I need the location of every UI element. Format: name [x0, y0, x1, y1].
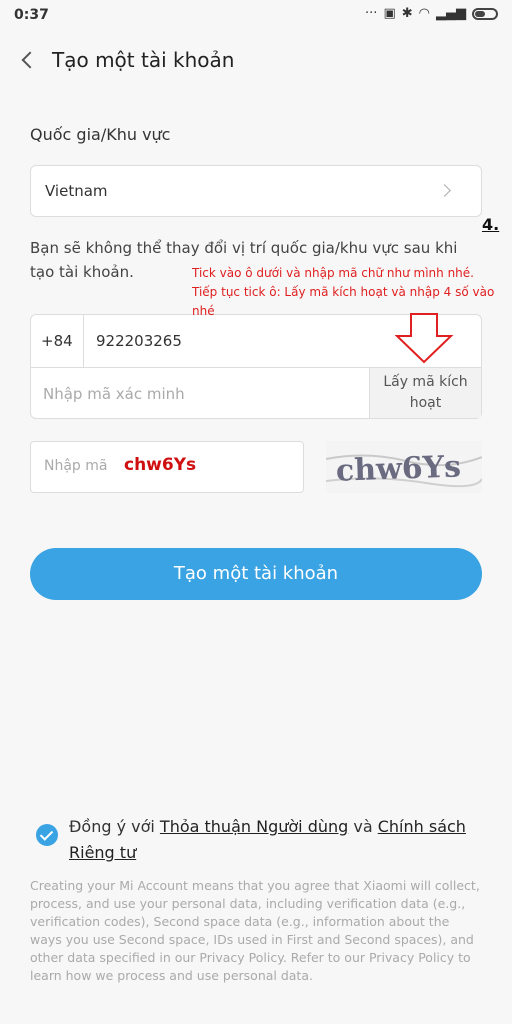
- captcha-image[interactable]: chw6Ys: [326, 441, 482, 493]
- country-code-selector[interactable]: +84: [31, 315, 84, 367]
- agree-checkbox[interactable]: [36, 824, 58, 846]
- captcha-placeholder: Nhập mã: [44, 458, 108, 474]
- captcha-value: chw6Ys: [124, 455, 197, 475]
- annotation-note: Tick vào ô dưới và nhập mã chữ như mình …: [192, 264, 502, 321]
- agreement-conj: và: [348, 817, 378, 836]
- country-value: Vietnam: [45, 182, 108, 200]
- chevron-right-icon: [438, 184, 451, 197]
- bluetooth-icon: ✱: [401, 6, 413, 21]
- wifi-icon: ◠: [418, 6, 430, 21]
- legal-text: Creating your Mi Account means that you …: [30, 878, 480, 983]
- user-agreement-link[interactable]: Thỏa thuận Người dùng: [160, 817, 348, 836]
- create-account-button[interactable]: Tạo một tài khoản: [30, 548, 482, 600]
- captcha-input[interactable]: Nhập mã chw6Ys: [30, 441, 304, 493]
- country-code: +84: [41, 332, 73, 350]
- more-dots-icon: ···: [365, 6, 378, 21]
- app-header: Tạo một tài khoản: [0, 32, 512, 92]
- country-selector[interactable]: Vietnam: [30, 165, 482, 217]
- battery-icon: [472, 7, 498, 20]
- status-time: 0:37: [14, 7, 49, 23]
- annotation-line-1: Tick vào ô dưới và nhập mã chữ như mình …: [192, 266, 474, 280]
- signal-icon: ▂▄▆: [436, 6, 466, 21]
- captcha-image-text: chw6Ys: [335, 449, 461, 488]
- page-title: Tạo một tài khoản: [52, 48, 235, 72]
- step-number: 4.: [482, 215, 500, 234]
- phone-number-input[interactable]: 922203265: [96, 332, 182, 350]
- back-arrow-icon[interactable]: [18, 48, 38, 74]
- screenshot-icon: ▣: [383, 6, 396, 21]
- status-bar: 0:37 ··· ▣ ✱ ◠ ▂▄▆: [0, 0, 512, 32]
- verification-code-input[interactable]: Nhập mã xác minh: [43, 385, 185, 403]
- agreement-prefix: Đồng ý với: [69, 817, 160, 836]
- agreement-text: Đồng ý với Thỏa thuận Người dùng và Chín…: [69, 814, 479, 866]
- country-label: Quốc gia/Khu vực: [30, 125, 171, 144]
- status-icons: ··· ▣ ✱ ◠ ▂▄▆: [365, 6, 498, 21]
- annotation-line-2: Tiếp tục tick ô: Lấy mã kích hoạt và nhậ…: [192, 285, 495, 318]
- get-code-button[interactable]: Lấy mã kích hoạt: [369, 368, 481, 418]
- arrow-down-icon: [395, 313, 454, 364]
